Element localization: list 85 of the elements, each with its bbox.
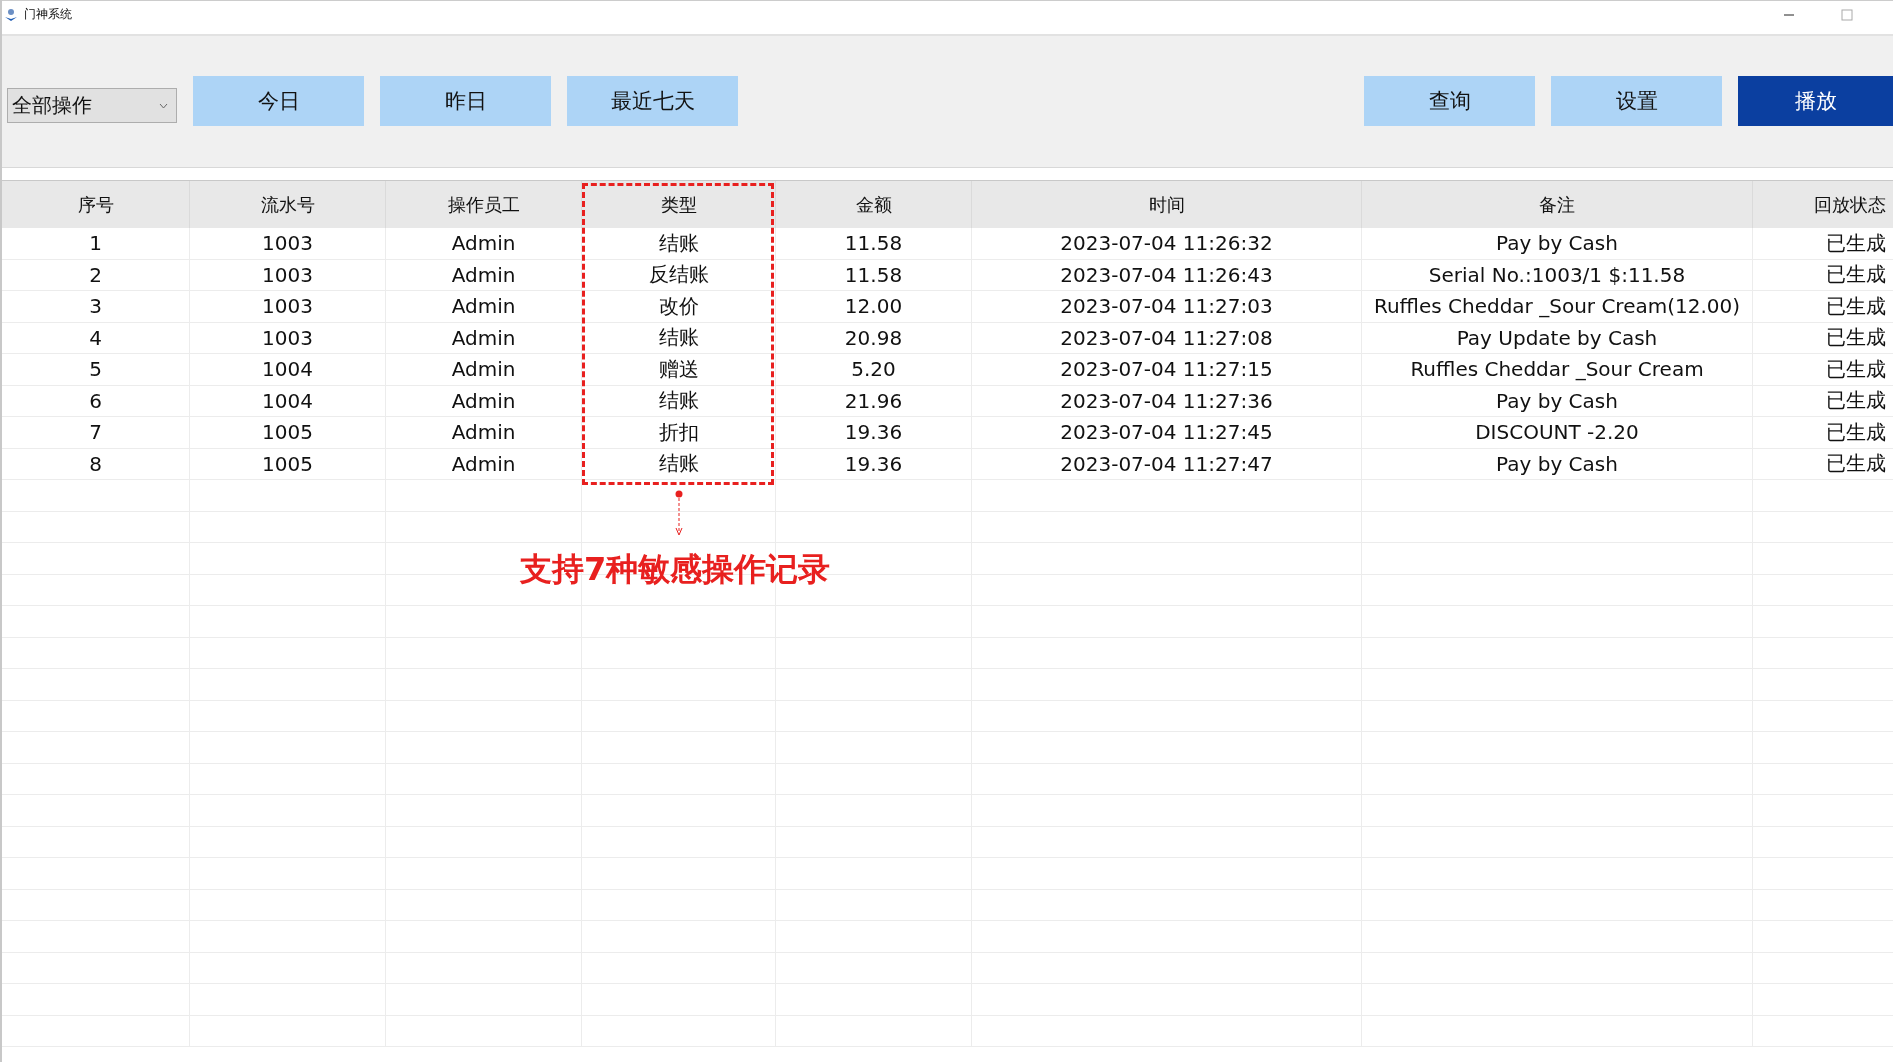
maximize-icon[interactable]: [1841, 8, 1853, 21]
toolbar-button[interactable]: 查询: [1364, 75, 1535, 126]
table-cell: 改价: [582, 291, 776, 322]
table-cell: 折扣: [582, 417, 776, 448]
table-cell: 已生成: [1753, 417, 1893, 448]
date-filter-button[interactable]: 今日: [193, 75, 364, 126]
table-cell: 2023-07-04 11:26:32: [972, 228, 1362, 259]
table-cell: Serial No.:1003/1 $:11.58: [1362, 259, 1753, 290]
table-cell: 12.00: [776, 291, 972, 322]
table-cell: 2023-07-04 11:27:47: [972, 448, 1362, 479]
column-header[interactable]: 类型: [582, 181, 776, 228]
table-cell: 19.36: [776, 448, 972, 479]
column-header[interactable]: 流水号: [190, 181, 386, 228]
table-cell: 2: [2, 259, 190, 290]
table-cell: Pay by Cash: [1362, 228, 1753, 259]
table-cell: 1003: [190, 322, 386, 353]
table-cell: 1004: [190, 354, 386, 385]
table-cell: Pay by Cash: [1362, 385, 1753, 416]
table-cell: 赠送: [582, 354, 776, 385]
table-cell: 已生成: [1753, 259, 1893, 290]
table-cell: 结账: [582, 448, 776, 479]
table-cell: Admin: [386, 385, 582, 416]
table-cell: Admin: [386, 259, 582, 290]
date-filter-button[interactable]: 最近七天: [567, 75, 738, 126]
table-cell: 1003: [190, 291, 386, 322]
table-cell: 19.36: [776, 417, 972, 448]
table-cell: 已生成: [1753, 228, 1893, 259]
table-cell: 2023-07-04 11:27:08: [972, 322, 1362, 353]
table-cell: Admin: [386, 354, 582, 385]
table-cell: 结账: [582, 228, 776, 259]
callout-arrow: [673, 490, 685, 536]
table-cell: 7: [2, 417, 190, 448]
column-header[interactable]: 操作员工: [386, 181, 582, 228]
table-cell: 结账: [582, 322, 776, 353]
date-filter-button[interactable]: 昨日: [380, 75, 551, 126]
column-header[interactable]: 回放状态: [1753, 181, 1893, 228]
table-cell: 8: [2, 448, 190, 479]
table-cell: Admin: [386, 417, 582, 448]
chevron-down-icon: [159, 102, 168, 109]
column-header[interactable]: 序号: [2, 181, 190, 228]
toolbar-button[interactable]: 设置: [1551, 75, 1722, 126]
table-cell: 1: [2, 228, 190, 259]
table-cell: 已生成: [1753, 354, 1893, 385]
toolbar-button[interactable]: 播放: [1738, 75, 1893, 126]
window-title: 门神系统: [24, 6, 72, 23]
table-cell: Admin: [386, 448, 582, 479]
table-cell: 4: [2, 322, 190, 353]
callout-text: 支持7种敏感操作记录: [520, 549, 831, 590]
table-cell: 20.98: [776, 322, 972, 353]
table-cell: 2023-07-04 11:27:03: [972, 291, 1362, 322]
column-header[interactable]: 时间: [972, 181, 1362, 228]
table-cell: 结账: [582, 385, 776, 416]
table-cell: 1003: [190, 228, 386, 259]
table-cell: 1005: [190, 448, 386, 479]
operation-filter-dropdown[interactable]: 全部操作: [7, 88, 177, 123]
table-cell: 反结账: [582, 259, 776, 290]
table-cell: 21.96: [776, 385, 972, 416]
table-cell: 6: [2, 385, 190, 416]
table-cell: 已生成: [1753, 448, 1893, 479]
table-cell: 3: [2, 291, 190, 322]
table-cell: 1005: [190, 417, 386, 448]
table-cell: 已生成: [1753, 385, 1893, 416]
table-cell: 11.58: [776, 228, 972, 259]
table-cell: 5: [2, 354, 190, 385]
table-cell: 2023-07-04 11:27:15: [972, 354, 1362, 385]
app-logo-icon: [4, 7, 18, 22]
table-cell: Admin: [386, 291, 582, 322]
table-cell: Pay by Cash: [1362, 448, 1753, 479]
table-cell: 2023-07-04 11:27:36: [972, 385, 1362, 416]
table-cell: Ruffles Cheddar _Sour Cream(12.00): [1362, 291, 1753, 322]
table-cell: 5.20: [776, 354, 972, 385]
column-header[interactable]: 备注: [1362, 181, 1753, 228]
table-cell: 2023-07-04 11:26:43: [972, 259, 1362, 290]
table-cell: DISCOUNT -2.20: [1362, 417, 1753, 448]
table-cell: Admin: [386, 322, 582, 353]
table-cell: 2023-07-04 11:27:45: [972, 417, 1362, 448]
table-cell: Admin: [386, 228, 582, 259]
table-cell: 1003: [190, 259, 386, 290]
table-cell: 已生成: [1753, 322, 1893, 353]
table-cell: 1004: [190, 385, 386, 416]
table-cell: 11.58: [776, 259, 972, 290]
table-cell: Pay Update by Cash: [1362, 322, 1753, 353]
table-cell: Ruffles Cheddar _Sour Cream: [1362, 354, 1753, 385]
column-header[interactable]: 金额: [776, 181, 972, 228]
table-cell: 已生成: [1753, 291, 1893, 322]
